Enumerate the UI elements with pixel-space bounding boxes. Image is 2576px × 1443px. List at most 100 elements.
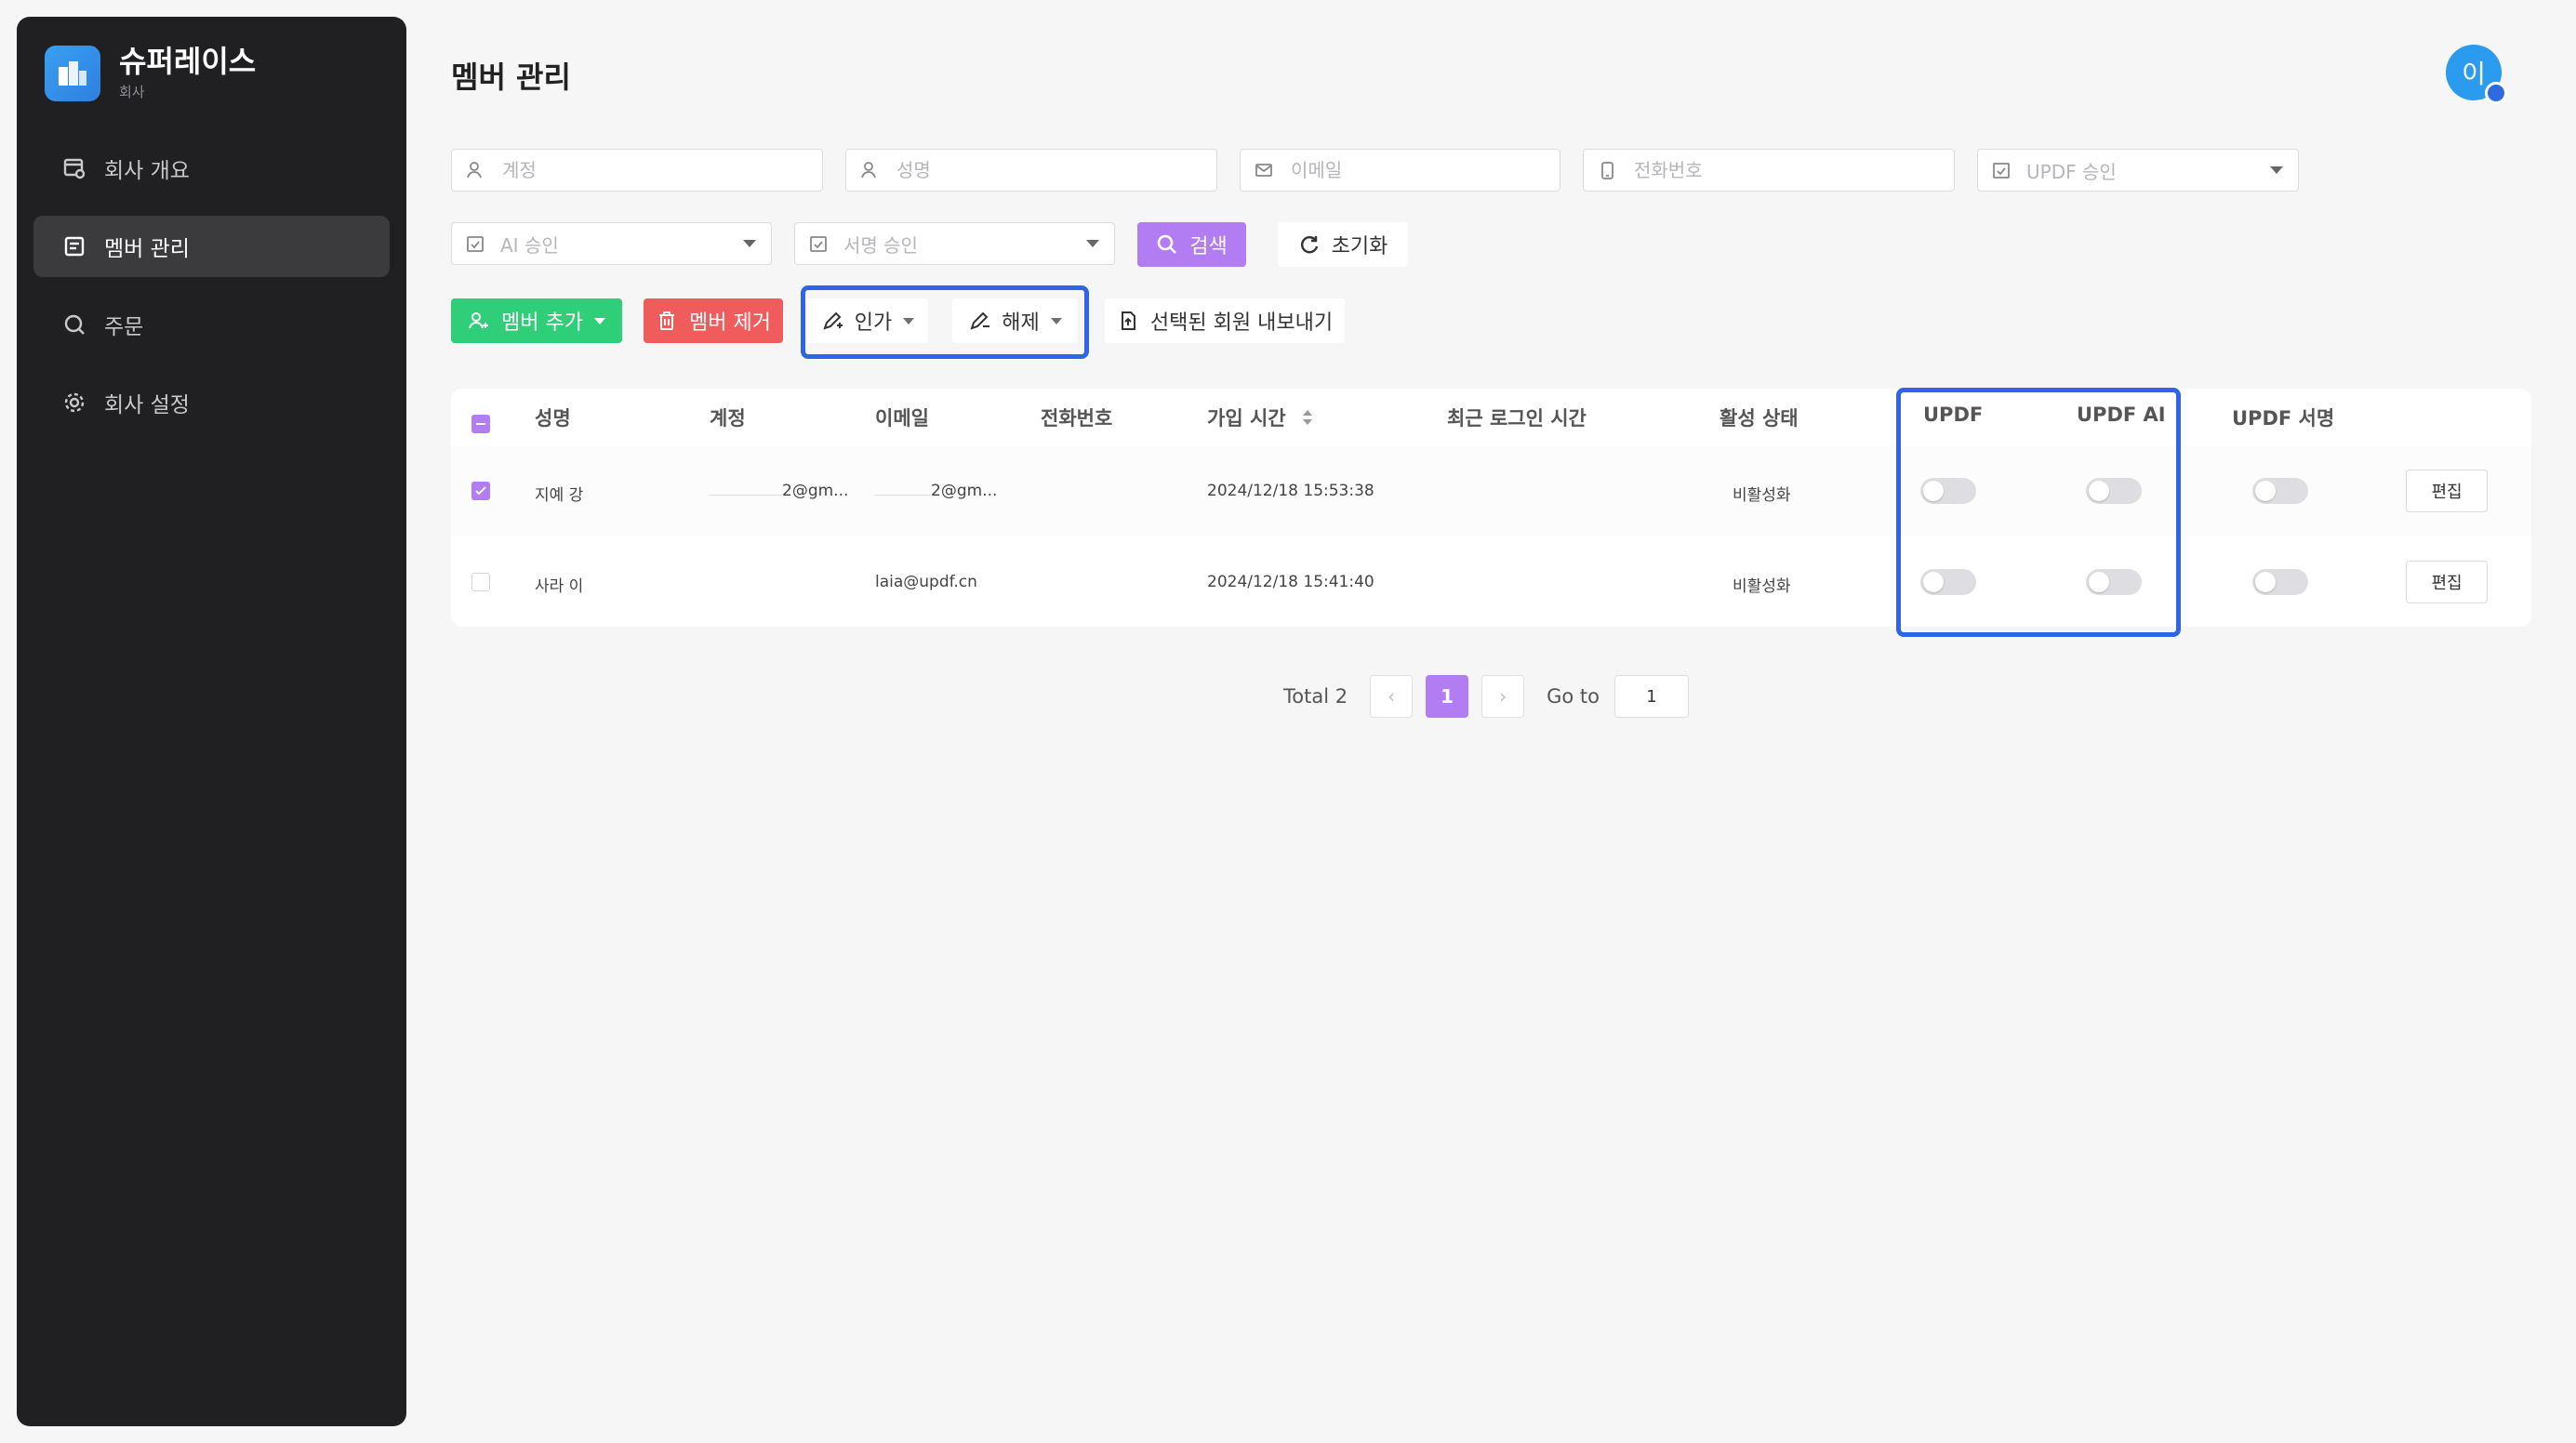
user-icon	[861, 162, 876, 179]
prev-page-button[interactable]: ‹	[1370, 675, 1414, 718]
header-joined-label: 가입 시간	[1207, 407, 1286, 430]
reset-label: 초기화	[1331, 235, 1388, 258]
sidebar-item-label: 멤버 관리	[104, 237, 190, 261]
sidebar-item-orders[interactable]: 주문	[33, 294, 390, 355]
edit-button[interactable]: 편집	[2406, 470, 2488, 512]
calendar-check-icon	[467, 236, 484, 252]
chevron-down-icon	[1086, 240, 1099, 247]
cell-status: 비활성화	[1733, 486, 1791, 505]
next-page-button[interactable]: ›	[1481, 675, 1525, 718]
row-checkbox[interactable]	[471, 573, 490, 591]
chevron-down-icon	[743, 240, 756, 247]
trash-icon	[659, 311, 675, 330]
cell-email: laia@updf.cn	[875, 573, 977, 591]
name-input[interactable]	[895, 158, 1216, 182]
updf-approval-value: UPDF 승인	[2026, 160, 2117, 183]
cell-name: 사라 이	[535, 577, 584, 596]
ai-approval-select[interactable]: AI 승인	[451, 222, 772, 265]
sidebar-item-label: 주문	[104, 315, 144, 339]
user-icon	[467, 162, 482, 179]
sidebar-item-label: 회사 설정	[104, 393, 190, 417]
account-filter[interactable]	[451, 149, 823, 192]
sidebar-item-company-overview[interactable]: 회사 개요	[33, 138, 390, 199]
header-status: 활성 상태	[1720, 407, 1799, 430]
cell-email-text: 2@gm...	[931, 482, 998, 500]
export-label: 선택된 회원 내보내기	[1149, 311, 1334, 335]
export-selected-button[interactable]: 선택된 회원 내보내기	[1105, 298, 1345, 343]
updf-columns-highlight	[1896, 388, 2181, 637]
phone-icon	[1601, 162, 1613, 179]
search-label: 검색	[1189, 235, 1228, 258]
export-icon	[1121, 311, 1135, 330]
email-input[interactable]	[1289, 158, 1560, 182]
search-button[interactable]: 검색	[1137, 222, 1246, 267]
updf-sign-toggle[interactable]	[2252, 569, 2308, 595]
cell-name: 지예 강	[535, 486, 584, 505]
gear-icon	[61, 390, 87, 416]
add-member-label: 멤버 추가	[501, 311, 583, 335]
header-updf-sign: UPDF 서명	[2232, 407, 2335, 430]
avatar-initial: 이	[2462, 59, 2486, 89]
chevron-down-icon	[2270, 166, 2283, 174]
cell-account: 2@gm...	[710, 482, 848, 500]
company-badge-icon	[2485, 82, 2507, 104]
sign-approval-value: 서명 승인	[843, 233, 918, 257]
chevron-left-icon: ‹	[1388, 685, 1396, 708]
grant-revoke-highlight	[801, 285, 1089, 359]
select-all-checkbox[interactable]	[471, 415, 490, 433]
cell-status: 비활성화	[1733, 577, 1791, 596]
company-type: 회사	[119, 84, 145, 100]
add-user-icon	[469, 312, 489, 329]
sort-icon[interactable]	[1302, 408, 1313, 430]
total-count: Total 2	[1283, 685, 1348, 708]
ai-approval-value: AI 승인	[500, 233, 559, 257]
phone-filter[interactable]	[1583, 149, 1955, 192]
sidebar-nav: 회사 개요 멤버 관리 주문 회사 설정	[33, 138, 390, 450]
goto-page-input[interactable]	[1613, 675, 1689, 718]
sidebar-item-company-settings[interactable]: 회사 설정	[33, 372, 390, 433]
account-input[interactable]	[500, 158, 822, 182]
reset-button[interactable]: 초기화	[1278, 222, 1408, 267]
cell-email: 2@gm...	[875, 482, 997, 500]
pagination: Total 2 ‹ 1 › Go to	[1283, 675, 1689, 718]
row-checkbox[interactable]	[471, 482, 490, 500]
remove-member-button[interactable]: 멤버 제거	[644, 298, 783, 343]
calendar-check-icon	[810, 236, 827, 252]
company-name: 슈퍼레이스	[119, 44, 257, 79]
sign-approval-select[interactable]: 서명 승인	[794, 222, 1115, 265]
updf-approval-select[interactable]: UPDF 승인	[1977, 149, 2299, 192]
table-row: 사라 이 laia@updf.cn 2024/12/18 15:41:40 비활…	[451, 537, 2531, 627]
chevron-right-icon: ›	[1499, 685, 1507, 708]
page-button-current[interactable]: 1	[1426, 675, 1469, 718]
page-title: 멤버 관리	[451, 60, 571, 95]
member-table: 성명 계정 이메일 전화번호 가입 시간 최근 로그인 시간 활성 상태 UPD…	[451, 389, 2531, 627]
add-member-button[interactable]: 멤버 추가	[451, 298, 622, 343]
mail-icon	[1255, 164, 1272, 177]
phone-input[interactable]	[1632, 158, 1954, 182]
member-list-icon	[61, 233, 87, 259]
calendar-check-icon	[1993, 163, 2010, 179]
avatar[interactable]: 이	[2446, 45, 2507, 104]
table-row: 지예 강 2@gm... 2@gm... 2024/12/18 15:53:38…	[451, 446, 2531, 536]
brand: 슈퍼레이스 회사	[45, 45, 256, 101]
sidebar-item-label: 회사 개요	[104, 159, 190, 183]
cell-account-text: 2@gm...	[782, 482, 849, 500]
edit-button[interactable]: 편집	[2406, 561, 2488, 603]
name-filter[interactable]	[845, 149, 1217, 192]
header-joined[interactable]: 가입 시간	[1207, 404, 1313, 431]
header-name: 성명	[535, 407, 571, 430]
search-icon	[1157, 234, 1177, 254]
chevron-down-icon	[593, 317, 605, 324]
company-logo-icon	[45, 45, 100, 101]
refresh-icon	[1300, 236, 1318, 254]
order-search-icon	[61, 311, 87, 338]
email-filter[interactable]	[1240, 149, 1560, 192]
header-phone: 전화번호	[1041, 407, 1113, 430]
sidebar-item-member-management[interactable]: 멤버 관리	[33, 216, 390, 277]
remove-member-label: 멤버 제거	[689, 311, 771, 335]
goto-label: Go to	[1547, 685, 1600, 708]
updf-sign-toggle[interactable]	[2252, 478, 2308, 504]
cell-joined: 2024/12/18 15:41:40	[1207, 573, 1374, 591]
dashboard-icon	[61, 155, 87, 181]
header-account: 계정	[710, 407, 746, 430]
